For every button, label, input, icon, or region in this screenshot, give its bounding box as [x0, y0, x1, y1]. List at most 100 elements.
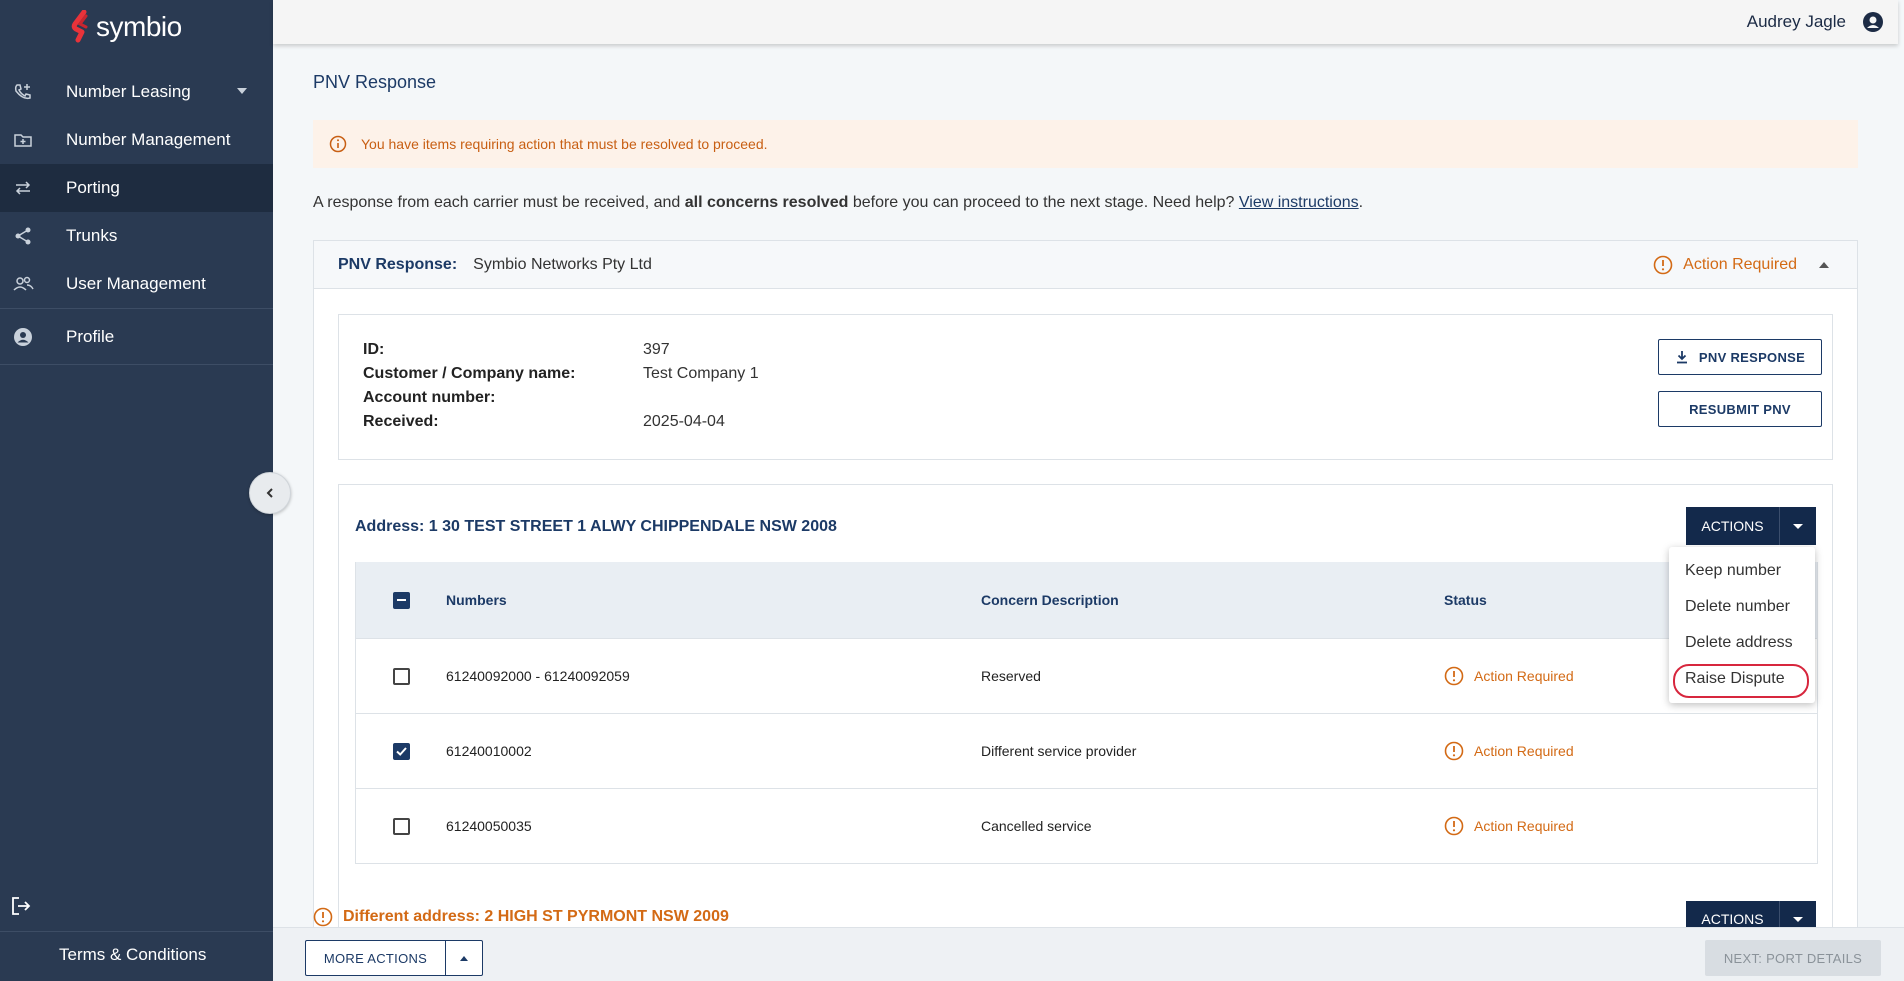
menu-item-keep-number[interactable]: Keep number [1669, 553, 1815, 589]
row-checkbox[interactable] [392, 817, 410, 835]
sidebar-item-label: Profile [66, 326, 115, 346]
info-grid: ID: 397 Customer / Company name: Test Co… [363, 341, 843, 434]
menu-item-delete-address[interactable]: Delete address [1669, 625, 1815, 661]
row-concern: Reserved [981, 668, 1041, 684]
alert-text: You have items requiring action that mus… [361, 136, 768, 152]
panel-label: PNV Response: [338, 255, 458, 273]
resubmit-pnv-button[interactable]: RESUBMIT PNV [1658, 391, 1822, 427]
select-all-checkbox[interactable] [392, 591, 410, 609]
account-value [643, 389, 843, 410]
table-row[interactable]: 61240092000 - 61240092059 Reserved Actio… [356, 638, 1817, 713]
panel-status: Action Required [1653, 241, 1829, 289]
sidebar-item-trunks[interactable]: Trunks [0, 212, 273, 260]
row-numbers: 61240050035 [446, 818, 532, 834]
company-value: Test Company 1 [643, 365, 759, 382]
divider [0, 364, 273, 365]
chevron-left-icon [266, 488, 273, 498]
pnv-info-card: ID: 397 Customer / Company name: Test Co… [338, 314, 1833, 460]
select-all-cell [356, 591, 446, 609]
row-check-cell [356, 667, 446, 685]
pnv-response-panel: PNV Response: Symbio Networks Pty Ltd Ac… [313, 240, 1858, 927]
table-row[interactable]: 61240010002 Different service provider A… [356, 713, 1817, 788]
more-actions-button[interactable]: MORE ACTIONS [306, 941, 446, 975]
page-title: PNV Response [313, 72, 437, 92]
column-numbers[interactable]: Numbers [446, 592, 981, 608]
chevron-down-icon [1793, 523, 1803, 529]
received-value: 2025-04-04 [643, 413, 725, 430]
symbio-logo-mark-icon [71, 10, 88, 43]
chevron-up-icon [460, 955, 468, 961]
more-actions-toggle[interactable] [446, 941, 482, 975]
download-icon [1676, 351, 1687, 364]
users-icon [12, 273, 34, 295]
account-label: Account number: [363, 389, 496, 406]
sidebar-item-label: User Management [66, 274, 206, 293]
sidebar-item-label: Trunks [66, 226, 118, 245]
numbers-table: Numbers Concern Description Status 61240… [355, 562, 1818, 864]
collapse-sidebar-button[interactable] [249, 472, 291, 514]
pnv-response-button-label: PNV RESPONSE [1698, 349, 1806, 365]
panel-header[interactable]: PNV Response: Symbio Networks Pty Ltd Ac… [314, 241, 1857, 289]
row-concern: Cancelled service [981, 818, 1092, 834]
chevron-down-icon [1793, 916, 1803, 922]
chevron-down-icon [237, 88, 247, 94]
actions-button[interactable]: ACTIONS [1686, 507, 1780, 545]
account-circle-icon[interactable] [1862, 11, 1884, 33]
table-row[interactable]: 61240050035 Cancelled service Action Req… [356, 788, 1817, 863]
menu-item-raise-dispute[interactable]: Raise Dispute [1669, 661, 1815, 698]
more-actions-button-group: MORE ACTIONS [305, 940, 483, 976]
row-numbers: 61240010002 [446, 743, 532, 759]
sidebar-item-profile[interactable]: Profile [0, 309, 273, 364]
minus-icon [396, 599, 406, 601]
bottom-action-bar: MORE ACTIONS NEXT: PORT DETAILS [273, 927, 1904, 981]
actions-button-group: ACTIONS [1686, 507, 1816, 545]
menu-item-delete-number[interactable]: Delete number [1669, 589, 1815, 625]
table-header: Numbers Concern Description Status [356, 562, 1817, 638]
warning-icon [1444, 741, 1464, 761]
divider [0, 931, 273, 932]
sidebar-item-label: Porting [66, 178, 120, 197]
sidebar-item-user-management[interactable]: User Management [0, 260, 273, 308]
terms-link[interactable]: Terms & Conditions [59, 945, 206, 965]
row-checkbox[interactable] [392, 742, 410, 760]
address-card: Address: 1 30 TEST STREET 1 ALWY CHIPPEN… [338, 484, 1833, 927]
row-checkbox[interactable] [392, 667, 410, 685]
id-value: 397 [643, 341, 670, 358]
sidebar-item-label: Number Management [66, 130, 231, 149]
logout-icon[interactable] [10, 895, 32, 917]
user-name[interactable]: Audrey Jagle [1747, 12, 1846, 32]
checkmark-icon [395, 746, 407, 756]
sidebar-item-number-leasing[interactable]: Number Leasing [0, 68, 273, 116]
top-bar: Audrey Jagle [273, 0, 1898, 44]
second-address-title: Different address: 2 HIGH ST PYRMONT NSW… [313, 907, 729, 927]
intro-text: A response from each carrier must be rec… [313, 194, 1363, 212]
account-icon [12, 326, 34, 348]
next-port-details-button[interactable]: NEXT: PORT DETAILS [1705, 940, 1881, 976]
symbio-logo[interactable]: symbio [70, 10, 182, 44]
share-icon [12, 225, 34, 247]
phone-add-icon [12, 81, 34, 103]
warning-icon [1653, 255, 1673, 275]
sidebar-item-porting[interactable]: Porting [0, 164, 273, 212]
sidebar: symbio Number Leasing Number Management … [0, 0, 273, 981]
row-status-label: Action Required [1474, 668, 1574, 684]
view-instructions-link[interactable]: View instructions [1239, 194, 1359, 211]
column-concern[interactable]: Concern Description [981, 592, 1444, 608]
intro-text-part: . [1358, 194, 1364, 211]
pnv-response-button[interactable]: PNV RESPONSE [1658, 339, 1822, 375]
sidebar-nav: Number Leasing Number Management Porting… [0, 68, 273, 365]
panel-status-label: Action Required [1683, 256, 1797, 273]
actions-dropdown-toggle[interactable] [1780, 507, 1816, 545]
warning-icon [1444, 666, 1464, 686]
row-check-cell [356, 742, 446, 760]
chevron-up-icon[interactable] [1819, 262, 1829, 268]
row-status-label: Action Required [1474, 818, 1574, 834]
sidebar-item-label: Number Leasing [66, 82, 191, 101]
swap-icon [12, 177, 34, 199]
intro-text-part: before you can proceed to the next stage… [848, 194, 1239, 211]
second-address-label: Different address: 2 HIGH ST PYRMONT NSW… [343, 908, 729, 925]
actions-dropdown-menu: Keep number Delete number Delete address… [1669, 547, 1815, 703]
warning-icon [1444, 816, 1464, 836]
sidebar-item-number-management[interactable]: Number Management [0, 116, 273, 164]
intro-text-part: A response from each carrier must be rec… [313, 194, 685, 211]
